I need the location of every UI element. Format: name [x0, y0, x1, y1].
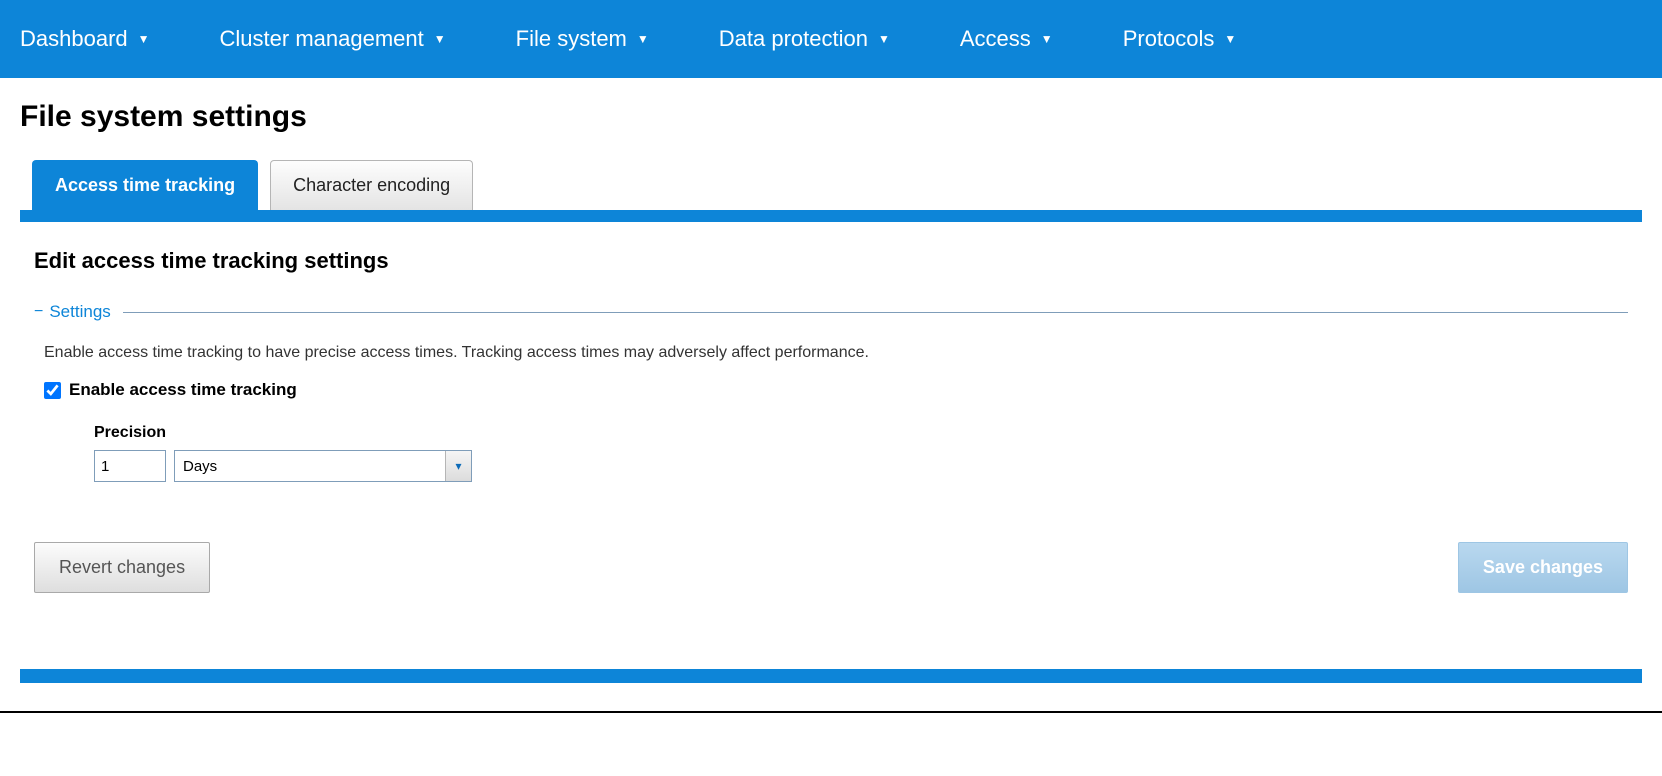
nav-label: Protocols — [1123, 26, 1215, 52]
nav-file-system[interactable]: File system ▼ — [516, 26, 649, 52]
precision-block: Precision Days ▾ — [94, 424, 1628, 482]
nav-protocols[interactable]: Protocols ▼ — [1123, 26, 1237, 52]
chevron-down-icon: ▼ — [1041, 32, 1053, 46]
chevron-down-icon: ▼ — [138, 32, 150, 46]
top-nav: Dashboard ▼ Cluster management ▼ File sy… — [0, 0, 1662, 78]
precision-inputs: Days ▾ — [94, 450, 1628, 482]
chevron-down-icon: ▼ — [637, 32, 649, 46]
precision-unit-select[interactable]: Days ▾ — [174, 450, 472, 482]
tab-access-time-tracking[interactable]: Access time tracking — [32, 160, 258, 210]
page-bottom-border — [0, 711, 1662, 713]
chevron-down-icon: ▼ — [878, 32, 890, 46]
nav-label: File system — [516, 26, 627, 52]
tab-strip — [20, 210, 1642, 222]
panel-footer: Revert changes Save changes — [34, 522, 1628, 593]
settings-group: − Settings Enable access time tracking t… — [34, 302, 1628, 482]
save-button[interactable]: Save changes — [1458, 542, 1628, 593]
enable-access-time-checkbox[interactable] — [44, 382, 61, 399]
nav-label: Access — [960, 26, 1031, 52]
nav-data-protection[interactable]: Data protection ▼ — [719, 26, 890, 52]
precision-label: Precision — [94, 424, 1628, 442]
panel-title: Edit access time tracking settings — [34, 248, 1628, 274]
nav-label: Dashboard — [20, 26, 128, 52]
revert-button[interactable]: Revert changes — [34, 542, 210, 593]
help-text: Enable access time tracking to have prec… — [44, 344, 1628, 362]
nav-dashboard[interactable]: Dashboard ▼ — [20, 26, 150, 52]
chevron-down-icon: ▾ — [445, 451, 471, 481]
panel: Edit access time tracking settings − Set… — [20, 222, 1642, 613]
tab-container: Access time tracking Character encoding … — [20, 160, 1642, 683]
page-title: File system settings — [0, 78, 1662, 160]
nav-cluster-management[interactable]: Cluster management ▼ — [220, 26, 446, 52]
tab-character-encoding[interactable]: Character encoding — [270, 160, 473, 210]
bottom-accent-bar — [20, 669, 1642, 683]
chevron-down-icon: ▼ — [434, 32, 446, 46]
precision-unit-value: Days — [175, 451, 445, 481]
enable-access-time-row: Enable access time tracking — [44, 380, 1628, 400]
precision-value-input[interactable] — [94, 450, 166, 482]
group-header[interactable]: − Settings — [34, 302, 1628, 322]
nav-access[interactable]: Access ▼ — [960, 26, 1053, 52]
nav-label: Data protection — [719, 26, 868, 52]
enable-access-time-label: Enable access time tracking — [69, 380, 297, 400]
divider — [123, 312, 1628, 313]
nav-label: Cluster management — [220, 26, 424, 52]
tab-list: Access time tracking Character encoding — [20, 160, 1642, 210]
chevron-down-icon: ▼ — [1224, 32, 1236, 46]
collapse-icon: − — [34, 303, 43, 321]
group-label: Settings — [49, 302, 110, 322]
